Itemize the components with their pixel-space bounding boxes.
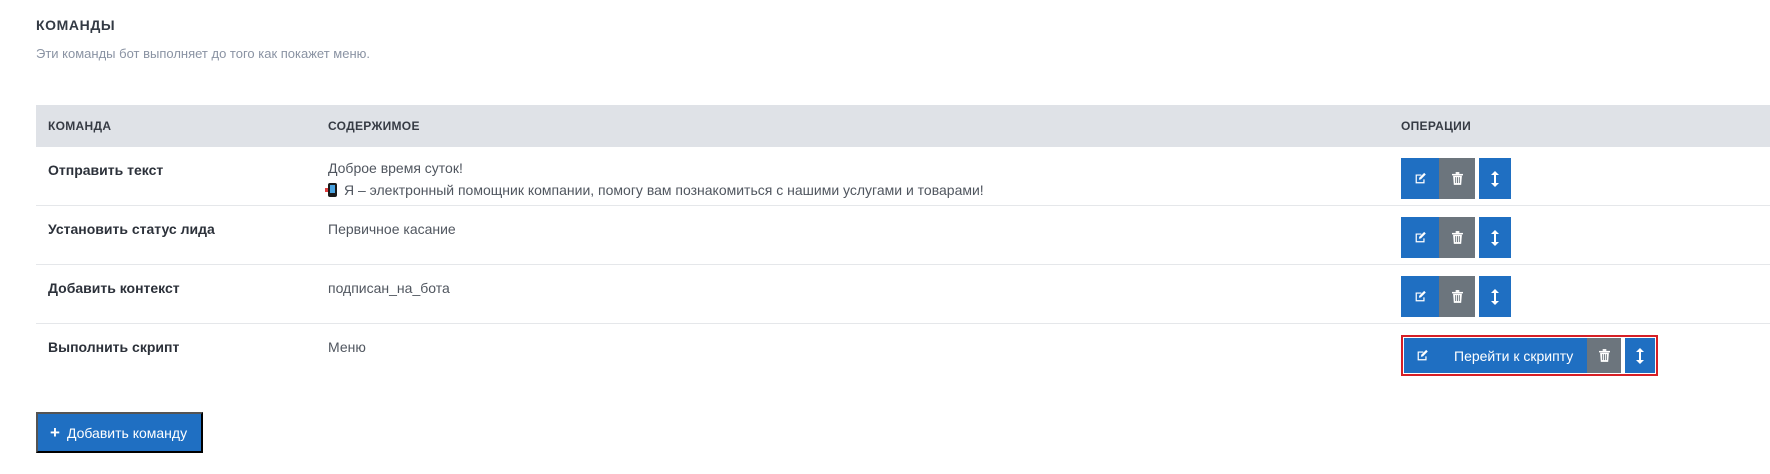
edit-icon (1417, 349, 1428, 361)
plus-icon: + (50, 423, 60, 442)
row-content: Меню (328, 339, 366, 355)
section-description: Эти команды бот выполняет до того как по… (36, 46, 370, 61)
edit-icon (1415, 290, 1426, 302)
section-title: КОМАНДЫ (36, 17, 116, 33)
add-command-button[interactable]: + Добавить команду (36, 412, 204, 453)
row-operations (1401, 217, 1511, 258)
table-row: Отправить текст Доброе время суток! Я – … (36, 147, 1770, 206)
header-command: КОМАНДА (48, 119, 112, 133)
edit-button[interactable] (1401, 276, 1439, 317)
delete-button[interactable] (1439, 217, 1475, 258)
header-operations: ОПЕРАЦИИ (1401, 119, 1471, 133)
trash-icon (1451, 231, 1463, 244)
content-line: Доброе время суток! (328, 160, 463, 176)
edit-button[interactable] (1401, 217, 1439, 258)
table-row: Выполнить скрипт Меню Перейти к скрипту (36, 324, 1770, 389)
trash-icon (1451, 290, 1463, 303)
vertical-arrows-icon (1636, 347, 1645, 364)
reorder-button[interactable] (1479, 158, 1511, 199)
row-content: Доброе время суток! Я – электронный помо… (325, 157, 984, 201)
table-header: КОМАНДА СОДЕРЖИМОЕ ОПЕРАЦИИ (36, 105, 1770, 147)
add-command-label: Добавить команду (66, 424, 188, 441)
row-content: Первичное касание (328, 221, 456, 237)
edit-button[interactable] (1404, 338, 1440, 373)
trash-icon (1598, 349, 1610, 362)
go-to-script-button[interactable]: Перейти к скрипту (1440, 338, 1588, 373)
delete-button[interactable] (1587, 338, 1622, 373)
mobile-phone-icon (325, 183, 337, 197)
vertical-arrows-icon (1491, 170, 1499, 187)
reorder-button[interactable] (1479, 276, 1511, 317)
vertical-arrows-icon (1491, 229, 1499, 246)
row-operations: Перейти к скрипту (1401, 335, 1659, 376)
delete-button[interactable] (1439, 276, 1475, 317)
row-command: Отправить текст (48, 162, 164, 178)
vertical-arrows-icon (1491, 288, 1499, 305)
edit-icon (1415, 172, 1426, 184)
table-row: Установить статус лида Первичное касание (36, 206, 1770, 265)
row-command: Установить статус лида (48, 221, 215, 237)
row-operations (1401, 158, 1511, 199)
trash-icon (1451, 172, 1463, 185)
reorder-button[interactable] (1625, 338, 1656, 373)
table-row: Добавить контекст подписан_на_бота (36, 265, 1770, 324)
commands-table: КОМАНДА СОДЕРЖИМОЕ ОПЕРАЦИИ Отправить те… (36, 105, 1770, 389)
delete-button[interactable] (1439, 158, 1475, 199)
reorder-button[interactable] (1479, 217, 1511, 258)
content-text: Я – электронный помощник компании, помог… (344, 182, 984, 198)
edit-icon (1415, 231, 1426, 243)
content-line: Я – электронный помощник компании, помог… (325, 179, 984, 201)
row-command: Добавить контекст (48, 280, 180, 296)
header-content: СОДЕРЖИМОЕ (328, 119, 420, 133)
edit-button[interactable] (1401, 158, 1439, 199)
row-content: подписан_на_бота (328, 280, 450, 296)
row-operations (1401, 276, 1511, 317)
row-command: Выполнить скрипт (48, 339, 180, 355)
highlighted-operations: Перейти к скрипту (1401, 335, 1659, 376)
